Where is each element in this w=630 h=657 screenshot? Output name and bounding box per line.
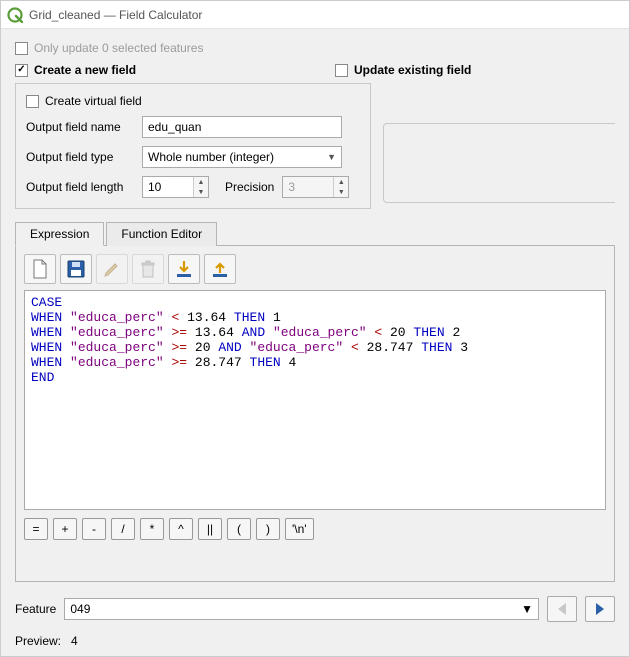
update-existing-checkbox[interactable] [335, 64, 348, 77]
precision-spin-buttons: ▲▼ [333, 177, 348, 197]
create-new-option[interactable]: Create a new field [15, 63, 295, 77]
precision-label: Precision [225, 180, 274, 194]
prev-feature-button[interactable] [547, 596, 577, 622]
next-feature-button[interactable] [585, 596, 615, 622]
op-multiply-button[interactable]: * [140, 518, 164, 540]
expression-tab-content: CASE WHEN "educa_perc" < 13.64 THEN 1 WH… [15, 246, 615, 582]
op-power-button[interactable]: ^ [169, 518, 193, 540]
update-existing-option[interactable]: Update existing field [335, 63, 615, 77]
delete-expression-button [132, 254, 164, 284]
op-equals-button[interactable]: = [24, 518, 48, 540]
only-update-checkbox [15, 42, 28, 55]
output-name-row: Output field name [26, 116, 360, 138]
output-length-input[interactable] [143, 177, 193, 197]
tab-expression[interactable]: Expression [15, 222, 104, 246]
qgis-icon [7, 7, 23, 23]
operator-row: = + - / * ^ || ( ) '\n' [24, 518, 606, 540]
update-existing-label: Update existing field [354, 63, 471, 77]
download-icon [175, 259, 193, 279]
output-type-value: Whole number (integer) [148, 150, 274, 164]
upload-icon [211, 259, 229, 279]
preview-label: Preview: [15, 634, 61, 648]
precision-spinbox: ▲▼ [282, 176, 349, 198]
update-existing-panel [383, 123, 615, 203]
virtual-field-checkbox[interactable] [26, 95, 39, 108]
edit-expression-button [96, 254, 128, 284]
op-rparen-button[interactable]: ) [256, 518, 280, 540]
preview-value: 4 [71, 634, 78, 648]
chevron-down-icon: ▼ [521, 602, 533, 616]
op-minus-button[interactable]: - [82, 518, 106, 540]
output-length-row: Output field length ▲▼ Precision ▲▼ [26, 176, 360, 198]
triangle-left-icon [556, 602, 568, 616]
length-spin-buttons[interactable]: ▲▼ [193, 177, 208, 197]
expression-toolbar [24, 254, 606, 284]
precision-input [283, 177, 333, 197]
op-concat-button[interactable]: || [198, 518, 222, 540]
expression-editor[interactable]: CASE WHEN "educa_perc" < 13.64 THEN 1 WH… [24, 290, 606, 510]
mode-row: Create a new field Update existing field [15, 63, 615, 77]
output-type-select[interactable]: Whole number (integer) ▼ [142, 146, 342, 168]
new-field-panel: Create virtual field Output field name O… [15, 83, 371, 209]
field-calculator-window: Grid_cleaned — Field Calculator Only upd… [0, 0, 630, 657]
virtual-field-label: Create virtual field [45, 94, 142, 108]
tabs: Expression Function Editor [15, 221, 615, 246]
only-update-label: Only update 0 selected features [34, 41, 203, 55]
preview-row: Preview: 4 [15, 634, 615, 648]
titlebar: Grid_cleaned — Field Calculator [1, 1, 629, 29]
triangle-right-icon [594, 602, 606, 616]
feature-select[interactable]: 049 ▼ [64, 598, 539, 620]
file-icon [31, 259, 49, 279]
feature-label: Feature [15, 602, 56, 616]
window-title: Grid_cleaned — Field Calculator [29, 8, 202, 22]
panels-row: Create virtual field Output field name O… [15, 83, 615, 209]
trash-icon [140, 260, 156, 278]
chevron-down-icon: ▼ [327, 152, 336, 162]
op-plus-button[interactable]: + [53, 518, 77, 540]
content-area: Only update 0 selected features Create a… [1, 29, 629, 656]
tab-function-editor[interactable]: Function Editor [106, 222, 217, 246]
op-newline-button[interactable]: '\n' [285, 518, 314, 540]
create-new-checkbox[interactable] [15, 64, 28, 77]
feature-value: 049 [70, 602, 90, 616]
import-expression-button[interactable] [168, 254, 200, 284]
save-expression-button[interactable] [60, 254, 92, 284]
output-length-spinbox[interactable]: ▲▼ [142, 176, 209, 198]
output-name-input[interactable] [142, 116, 342, 138]
output-type-label: Output field type [26, 150, 134, 164]
pencil-icon [103, 260, 121, 278]
save-icon [67, 260, 85, 278]
only-update-row: Only update 0 selected features [15, 41, 615, 55]
feature-row: Feature 049 ▼ [15, 596, 615, 622]
op-divide-button[interactable]: / [111, 518, 135, 540]
new-expression-button[interactable] [24, 254, 56, 284]
virtual-field-row[interactable]: Create virtual field [26, 94, 360, 108]
create-new-label: Create a new field [34, 63, 136, 77]
output-name-label: Output field name [26, 120, 134, 134]
output-type-row: Output field type Whole number (integer)… [26, 146, 360, 168]
op-lparen-button[interactable]: ( [227, 518, 251, 540]
export-expression-button[interactable] [204, 254, 236, 284]
output-length-label: Output field length [26, 180, 134, 194]
